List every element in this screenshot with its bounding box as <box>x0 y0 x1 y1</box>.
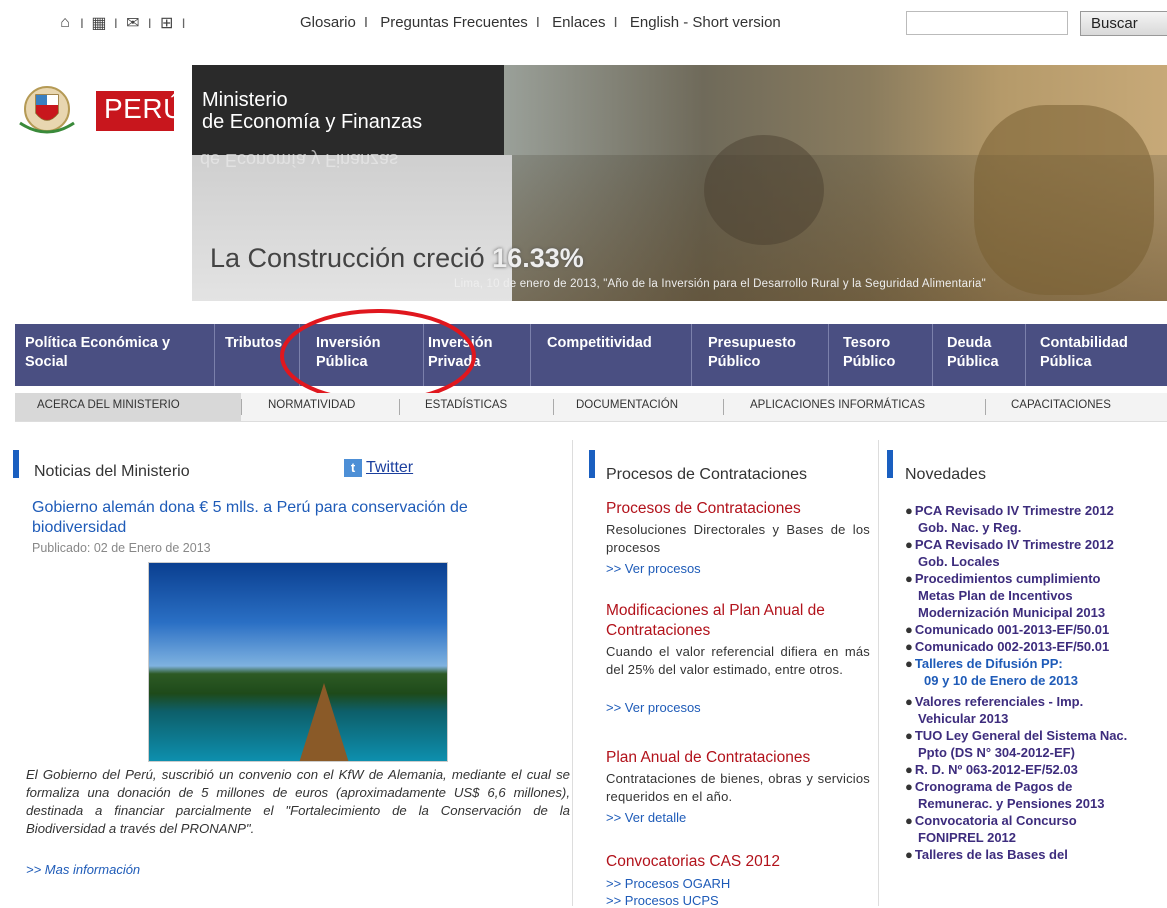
banner-dateline: Lima, 10 de enero de 2013, "Año de la In… <box>454 278 986 290</box>
column-divider <box>878 440 879 906</box>
novedad-item-cont[interactable]: Remunerac. y Pensiones 2013 <box>918 795 1104 812</box>
proc-link-1[interactable]: >> Ver procesos <box>606 561 701 576</box>
peru-badge: PERÚ <box>96 91 183 131</box>
link-glosario[interactable]: Glosario <box>300 14 356 31</box>
link-english[interactable]: English - Short version <box>630 14 781 31</box>
twitter-link[interactable]: t Twitter <box>344 459 413 477</box>
home-icon[interactable]: ⌂ <box>56 14 74 32</box>
proc-title-4[interactable]: Convocatorias CAS 2012 <box>606 853 780 871</box>
twitter-icon: t <box>344 459 362 477</box>
proc-title-2[interactable]: Modificaciones al Plan Anual de Contrata… <box>606 601 866 641</box>
column-divider <box>572 440 573 906</box>
boat-shape <box>299 683 349 761</box>
banner-headline[interactable]: La Construcción creció 16.33% <box>210 243 584 274</box>
novedad-item[interactable]: ● Comunicado 002-2013-EF/50.01 <box>905 638 1109 655</box>
novedad-item-cont[interactable]: FONIPREL 2012 <box>918 829 1016 846</box>
logo[interactable]: PERÚ <box>0 65 192 155</box>
novedad-item[interactable]: ● Valores referenciales - Imp. <box>905 693 1083 710</box>
procesos-heading: Procesos de Contrataciones <box>606 466 807 483</box>
subnav-normatividad[interactable]: NORMATIVIDAD <box>268 399 355 411</box>
novedad-item[interactable]: ● PCA Revisado IV Trimestre 2012 <box>905 502 1114 519</box>
novedad-item[interactable]: ● R. D. Nº 063-2012-EF/52.03 <box>905 761 1078 778</box>
subnav-estadisticas[interactable]: ESTADÍSTICAS <box>425 399 507 411</box>
novedad-item-cont[interactable]: Gob. Nac. y Reg. <box>918 519 1021 536</box>
headline-text: La Construcción creció <box>210 243 485 273</box>
news-body: El Gobierno del Perú, suscribió un conve… <box>26 767 570 836</box>
novedad-item[interactable]: ● Talleres de Difusión PP: <box>905 655 1063 672</box>
link-preguntas[interactable]: Preguntas Frecuentes <box>380 14 528 31</box>
novedad-item[interactable]: ● PCA Revisado IV Trimestre 2012 <box>905 536 1114 553</box>
novedad-item[interactable]: ● Comunicado 001-2013-EF/50.01 <box>905 621 1109 638</box>
subnav-documentacion[interactable]: DOCUMENTACIÓN <box>576 399 678 411</box>
proc-title-1[interactable]: Procesos de Contrataciones <box>606 500 801 518</box>
sitemap-icon[interactable]: ▦ <box>90 13 108 33</box>
nav-presupuesto-publico[interactable]: Presupuesto Público <box>692 324 829 386</box>
subnav-aplicaciones[interactable]: APLICACIONES INFORMÁTICAS <box>750 399 925 411</box>
novedades-heading-bar <box>887 450 893 478</box>
news-image[interactable] <box>148 562 448 762</box>
highlight-circle <box>280 309 476 403</box>
nav-contabilidad-publica[interactable]: Contabilidad Pública <box>1026 324 1167 386</box>
novedad-item[interactable]: ● Talleres de las Bases del <box>905 846 1068 863</box>
nav-competitividad[interactable]: Competitividad <box>531 324 692 386</box>
proc-text-3: Contrataciones de bienes, obras y servic… <box>606 771 870 804</box>
banner-photo <box>504 65 1167 301</box>
nav-tesoro-publico[interactable]: Tesoro Público <box>829 324 933 386</box>
ministry-line1: Ministerio <box>202 89 288 111</box>
novedades-heading: Novedades <box>905 466 986 483</box>
news-heading: Noticias del Ministerio <box>34 463 190 480</box>
subnav-acerca[interactable]: ACERCA DEL MINISTERIO <box>37 399 180 411</box>
novedad-item-cont[interactable]: Ppto (DS N° 304-2012-EF) <box>918 744 1075 761</box>
ministry-reflection: de Economía y Finanzas <box>200 150 399 170</box>
novedad-item[interactable]: ● Convocatoria al Concurso <box>905 812 1077 829</box>
news-heading-bar <box>13 450 19 478</box>
twitter-label: Twitter <box>366 459 414 476</box>
main-nav: Política Económica y Social Tributos Inv… <box>15 324 1167 386</box>
search-button[interactable]: Buscar <box>1080 11 1167 36</box>
proc-title-3[interactable]: Plan Anual de Contrataciones <box>606 749 810 767</box>
news-title[interactable]: Gobierno alemán dona € 5 mlls. a Perú pa… <box>32 498 562 538</box>
news-more-link[interactable]: >> Mas información <box>26 862 140 877</box>
proc-text-1: Resoluciones Directorales y Bases de los… <box>606 522 870 555</box>
top-icons: ⌂ I ▦ I ✉ I ⊞ I <box>56 13 192 33</box>
proc-link-2[interactable]: >> Ver procesos <box>606 700 701 715</box>
top-bar: ⌂ I ▦ I ✉ I ⊞ I Glosario I Preguntas Frecuent… <box>0 0 1167 52</box>
procesos-heading-bar <box>589 450 595 478</box>
mail-icon[interactable]: ✉ <box>124 13 142 33</box>
banner: PERÚ Ministerio de Economía y Finanzas d… <box>0 65 1167 301</box>
novedad-item-cont[interactable]: Gob. Locales <box>918 553 1000 570</box>
novedad-item-cont[interactable]: Modernización Municipal 2013 <box>918 604 1105 621</box>
ministry-line2: de Economía y Finanzas <box>202 111 423 133</box>
novedad-item-cont[interactable]: Metas Plan de Incentivos <box>918 587 1073 604</box>
coat-of-arms-icon <box>19 86 75 134</box>
nav-politica-economica[interactable]: Política Económica y Social <box>15 324 215 386</box>
network-icon[interactable]: ⊞ <box>158 13 176 33</box>
novedad-item[interactable]: ● Procedimientos cumplimiento <box>905 570 1101 587</box>
proc-link-3[interactable]: >> Ver detalle <box>606 810 686 825</box>
search-input[interactable] <box>906 11 1068 35</box>
link-enlaces[interactable]: Enlaces <box>552 14 605 31</box>
subnav-capacitaciones[interactable]: CAPACITACIONES <box>1011 399 1111 411</box>
proc-text-2: Cuando el valor referencial difiera en m… <box>606 644 870 677</box>
news-date: Publicado: 02 de Enero de 2013 <box>32 541 211 555</box>
ministry-title: Ministerio de Economía y Finanzas <box>192 65 504 155</box>
proc-link-4[interactable]: >> Procesos OGARH <box>606 876 730 891</box>
top-links: Glosario I Preguntas Frecuentes I Enlaces I… <box>300 14 781 31</box>
headline-value: 16.33% <box>492 243 584 273</box>
sub-nav: ACERCA DEL MINISTERIO NORMATIVIDAD ESTAD… <box>15 393 1167 422</box>
nav-deuda-publica[interactable]: Deuda Pública <box>933 324 1026 386</box>
novedad-item[interactable]: ● TUO Ley General del Sistema Nac. <box>905 727 1127 744</box>
novedad-item[interactable]: ● Cronograma de Pagos de <box>905 778 1072 795</box>
novedad-item-cont[interactable]: Vehicular 2013 <box>918 710 1008 727</box>
novedad-item-cont[interactable]: 09 y 10 de Enero de 2013 <box>924 672 1078 689</box>
